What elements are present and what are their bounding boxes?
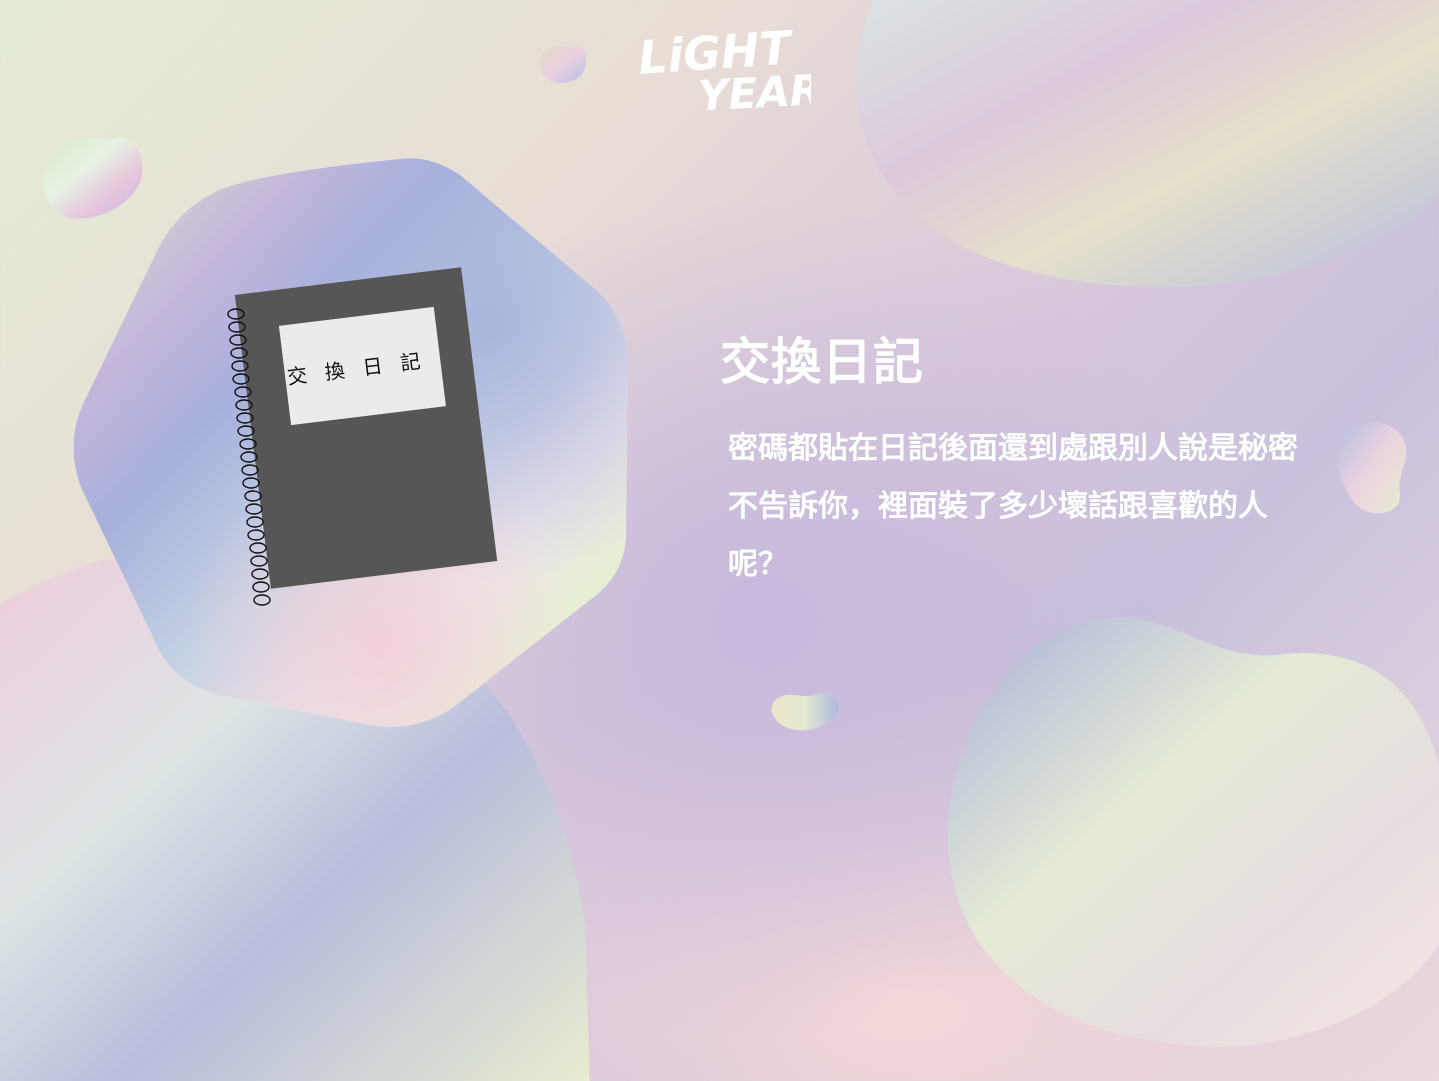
description-text: 密碼都貼在日記後面還到處跟別人說是秘密不告訴你，裡面裝了多少壞話跟喜歡的人呢？ — [728, 431, 1298, 582]
top-right-blob — [856, 0, 1439, 288]
small-blob-right — [1338, 422, 1407, 514]
notebook-label: 交換日記 — [278, 306, 446, 426]
page-title: 交換日記 — [720, 333, 924, 391]
light-year-logo: LiGHT YEAR — [636, 22, 811, 114]
bottom-right-blob — [947, 617, 1439, 1047]
notebook-illustration: 交換日記 — [222, 267, 502, 612]
spiral-binding-icon — [227, 308, 271, 606]
logo-line-2: YEAR — [697, 65, 811, 114]
small-blob-center — [771, 693, 839, 731]
small-blob-top — [539, 45, 587, 83]
